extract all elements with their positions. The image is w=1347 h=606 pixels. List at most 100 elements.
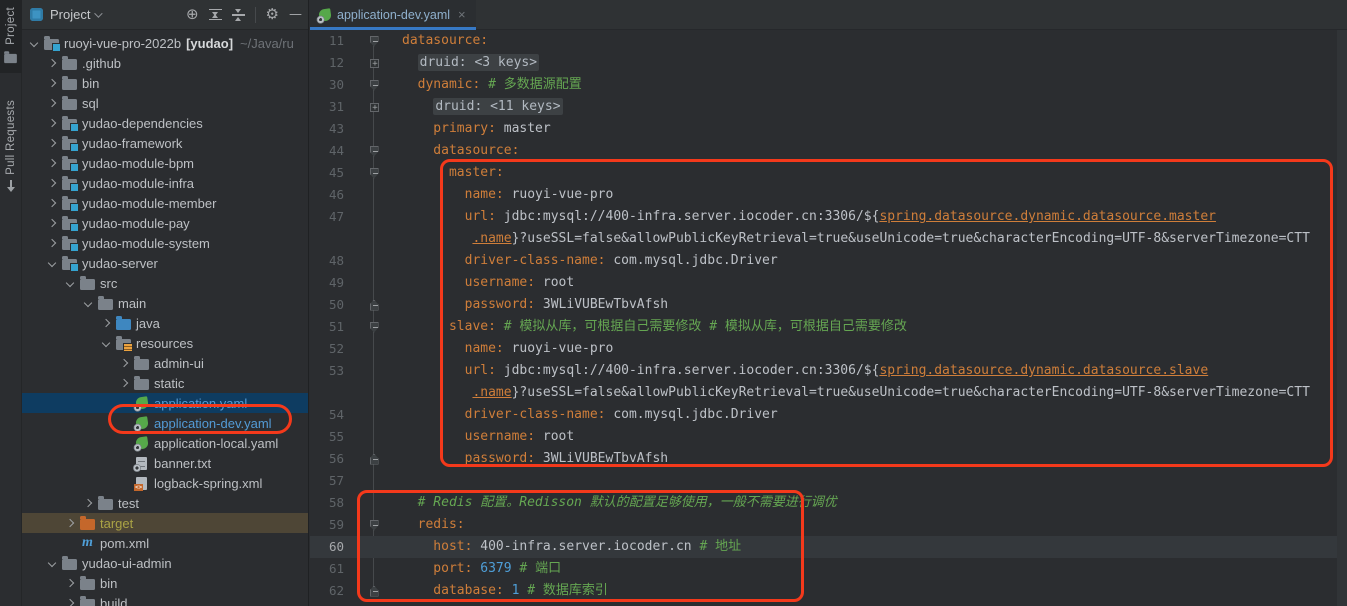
code-line-53[interactable]: 53 url: jdbc:mysql://400-infra.server.io… (310, 360, 1347, 382)
chevron-right-icon[interactable] (43, 200, 61, 206)
code-line-31[interactable]: 31 druid: <11 keys> (310, 96, 1347, 118)
fold-marker-open[interactable] (346, 30, 402, 52)
chevron-right-icon[interactable] (43, 180, 61, 186)
chevron-right-icon[interactable] (43, 240, 61, 246)
chevron-right-icon[interactable] (61, 520, 79, 526)
expand-all-icon[interactable] (209, 9, 222, 21)
close-icon[interactable]: × (458, 7, 466, 22)
toolwindow-tab-project[interactable]: Project (0, 0, 22, 73)
code-line-59[interactable]: 59 redis: (310, 514, 1347, 536)
chevron-down-icon[interactable] (43, 260, 61, 266)
locate-file-icon[interactable]: ⊕ (186, 7, 199, 22)
tree-item-yudao-server[interactable]: yudao-server (22, 253, 308, 273)
tree-item-main[interactable]: main (22, 293, 308, 313)
chevron-right-icon[interactable] (43, 100, 61, 106)
fold-marker-close[interactable] (346, 580, 402, 602)
tree-item-application-dev-yaml[interactable]: application-dev.yaml (22, 413, 308, 433)
collapse-all-icon[interactable] (232, 9, 245, 21)
settings-gear-icon[interactable]: ⚙ (266, 7, 279, 22)
tree-item-logback-spring-xml[interactable]: logback-spring.xml (22, 473, 308, 493)
chevron-right-icon[interactable] (61, 600, 79, 606)
code-line-45[interactable]: 45 master: (310, 162, 1347, 184)
code-line-48[interactable]: 48 driver-class-name: com.mysql.jdbc.Dri… (310, 250, 1347, 272)
tree-item-bin[interactable]: bin (22, 73, 308, 93)
chevron-right-icon[interactable] (115, 380, 133, 386)
tree-item-build[interactable]: build (22, 593, 308, 606)
fold-marker-open[interactable] (346, 514, 402, 536)
tree-item-sql[interactable]: sql (22, 93, 308, 113)
code-line-54[interactable]: 54 driver-class-name: com.mysql.jdbc.Dri… (310, 404, 1347, 426)
code-line-44[interactable]: 44 datasource: (310, 140, 1347, 162)
code-line-57[interactable]: 57 (310, 470, 1347, 492)
chevron-down-icon[interactable] (43, 560, 61, 566)
tree-item-yudao-dependencies[interactable]: yudao-dependencies (22, 113, 308, 133)
chevron-right-icon[interactable] (115, 360, 133, 366)
tree-item-ruoyi-vue-pro-2022b[interactable]: ruoyi-vue-pro-2022b[yudao]~/Java/ru (22, 33, 308, 53)
code-line-wrap[interactable]: .name}?useSSL=false&allowPublicKeyRetrie… (310, 382, 1347, 404)
code-line-47[interactable]: 47 url: jdbc:mysql://400-infra.server.io… (310, 206, 1347, 228)
tree-item-resources[interactable]: resources (22, 333, 308, 353)
tree-item-yudao-module-pay[interactable]: yudao-module-pay (22, 213, 308, 233)
hide-panel-icon[interactable]: — (289, 7, 302, 22)
tree-item-yudao-framework[interactable]: yudao-framework (22, 133, 308, 153)
fold-marker-open[interactable] (346, 162, 402, 184)
chevron-right-icon[interactable] (43, 80, 61, 86)
tree-item-application-yaml[interactable]: application.yaml (22, 393, 308, 413)
code-line-56[interactable]: 56 password: 3WLiVUBEwTbvAfsh (310, 448, 1347, 470)
chevron-right-icon[interactable] (43, 220, 61, 226)
chevron-right-icon[interactable] (97, 320, 115, 326)
chevron-down-icon[interactable] (97, 340, 115, 346)
code-line-11[interactable]: 11datasource: (310, 30, 1347, 52)
tree-item-static[interactable]: static (22, 373, 308, 393)
code-line-58[interactable]: 58 # Redis 配置。Redisson 默认的配置足够使用，一般不需要进行… (310, 492, 1347, 514)
code-line-52[interactable]: 52 name: ruoyi-vue-pro (310, 338, 1347, 360)
code-line-30[interactable]: 30 dynamic: # 多数据源配置 (310, 74, 1347, 96)
code-line-62[interactable]: 62 database: 1 # 数据库索引 (310, 580, 1347, 602)
chevron-right-icon[interactable] (43, 60, 61, 66)
code-line-43[interactable]: 43 primary: master (310, 118, 1347, 140)
tree-item-banner-txt[interactable]: banner.txt (22, 453, 308, 473)
code-editor[interactable]: 11datasource:12 druid: <3 keys>30 dynami… (310, 30, 1347, 606)
tree-item-java[interactable]: java (22, 313, 308, 333)
chevron-right-icon[interactable] (61, 580, 79, 586)
tree-item--github[interactable]: .github (22, 53, 308, 73)
project-panel-title[interactable]: Project (50, 7, 90, 22)
chevron-right-icon[interactable] (43, 140, 61, 146)
chevron-right-icon[interactable] (79, 500, 97, 506)
code-line-55[interactable]: 55 username: root (310, 426, 1347, 448)
toolwindow-tab-pull-requests[interactable]: Pull Requests (0, 93, 22, 202)
code-line-51[interactable]: 51 slave: # 模拟从库，可根据自己需要修改 # 模拟从库，可根据自己需… (310, 316, 1347, 338)
tree-item-pom-xml[interactable]: mpom.xml (22, 533, 308, 553)
code-line-61[interactable]: 61 port: 6379 # 端口 (310, 558, 1347, 580)
code-line-wrap[interactable]: .name}?useSSL=false&allowPublicKeyRetrie… (310, 228, 1347, 250)
fold-marker-open[interactable] (346, 74, 402, 96)
tree-item-yudao-module-member[interactable]: yudao-module-member (22, 193, 308, 213)
chevron-down-icon[interactable] (25, 40, 43, 46)
tree-item-src[interactable]: src (22, 273, 308, 293)
code-line-46[interactable]: 46 name: ruoyi-vue-pro (310, 184, 1347, 206)
editor-scrollbar[interactable] (1337, 30, 1347, 606)
tree-item-yudao-ui-admin[interactable]: yudao-ui-admin (22, 553, 308, 573)
fold-marker-open[interactable] (346, 140, 402, 162)
fold-marker-close[interactable] (346, 448, 402, 470)
tree-item-application-local-yaml[interactable]: application-local.yaml (22, 433, 308, 453)
fold-marker-open[interactable] (346, 316, 402, 338)
chevron-down-icon[interactable] (61, 280, 79, 286)
tree-item-yudao-module-infra[interactable]: yudao-module-infra (22, 173, 308, 193)
tree-item-bin[interactable]: bin (22, 573, 308, 593)
code-line-50[interactable]: 50 password: 3WLiVUBEwTbvAfsh (310, 294, 1347, 316)
code-line-49[interactable]: 49 username: root (310, 272, 1347, 294)
code-line-12[interactable]: 12 druid: <3 keys> (310, 52, 1347, 74)
tree-item-test[interactable]: test (22, 493, 308, 513)
tree-item-yudao-module-bpm[interactable]: yudao-module-bpm (22, 153, 308, 173)
chevron-down-icon[interactable] (95, 9, 103, 17)
tree-item-yudao-module-system[interactable]: yudao-module-system (22, 233, 308, 253)
tab-application-dev-yaml[interactable]: application-dev.yaml × (310, 0, 476, 29)
code-line-60[interactable]: 60 host: 400-infra.server.iocoder.cn # 地… (310, 536, 1347, 558)
tree-item-target[interactable]: target (22, 513, 308, 533)
tree-item-admin-ui[interactable]: admin-ui (22, 353, 308, 373)
fold-marker-plus[interactable] (346, 96, 402, 118)
fold-marker-plus[interactable] (346, 52, 402, 74)
chevron-right-icon[interactable] (43, 120, 61, 126)
chevron-down-icon[interactable] (79, 300, 97, 306)
